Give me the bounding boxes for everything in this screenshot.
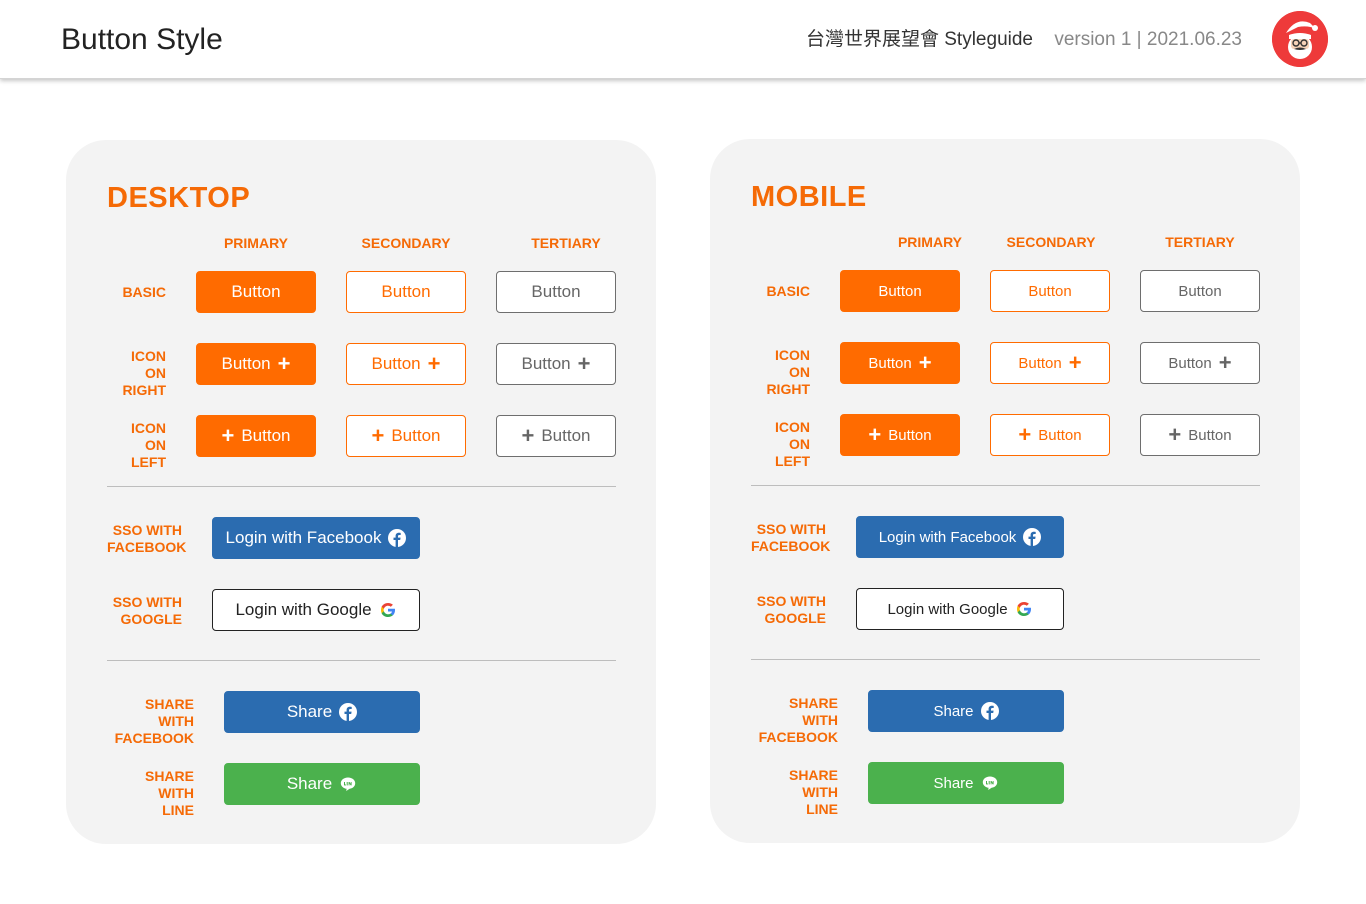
plus-icon: +: [427, 351, 441, 376]
tertiary-button-icon-left[interactable]: + Button: [1140, 414, 1260, 456]
column-secondary: SECONDARY: [361, 235, 451, 251]
plus-icon: +: [371, 423, 385, 448]
row-label-icon-right: ICON ON RIGHT: [766, 347, 810, 397]
login-google-button[interactable]: Login with Google: [212, 589, 420, 631]
row-label-icon-right: ICON ON RIGHT: [122, 348, 166, 398]
column-tertiary: TERTIARY: [531, 235, 601, 251]
tertiary-button[interactable]: Button: [496, 271, 616, 313]
primary-button-icon-left[interactable]: + Button: [840, 414, 960, 456]
column-primary: PRIMARY: [897, 234, 963, 250]
plus-icon: +: [277, 351, 291, 376]
version-label: version 1 | 2021.06.23: [1054, 29, 1242, 50]
divider: [107, 486, 616, 487]
divider: [107, 660, 616, 661]
primary-button-icon-right[interactable]: Button +: [840, 342, 960, 384]
secondary-button-icon-left[interactable]: + Button: [990, 414, 1110, 456]
page-title: Button Style: [61, 23, 223, 56]
column-secondary: SECONDARY: [1006, 234, 1096, 250]
plus-icon: +: [868, 422, 882, 447]
share-facebook-button[interactable]: Share: [224, 691, 420, 733]
row-label-share-line: SHARE WITH LINE: [144, 768, 194, 818]
login-facebook-button[interactable]: Login with Facebook: [856, 516, 1064, 558]
line-icon: [981, 774, 999, 792]
plus-icon: +: [577, 351, 591, 376]
facebook-icon: [980, 702, 999, 720]
secondary-button[interactable]: Button: [990, 270, 1110, 312]
plus-icon: +: [521, 423, 535, 448]
row-label-icon-left: ICON ON LEFT: [775, 419, 810, 469]
primary-button[interactable]: Button: [840, 270, 960, 312]
line-icon: [339, 775, 357, 793]
plus-icon: +: [918, 350, 932, 375]
mobile-panel: MOBILE PRIMARY SECONDARY TERTIARY BASIC …: [710, 139, 1300, 843]
row-label-basic: BASIC: [122, 284, 166, 300]
panel-title: DESKTOP: [107, 182, 251, 214]
styleguide-title: 台灣世界展望會 Styleguide: [805, 29, 1033, 50]
plus-icon: +: [1068, 350, 1082, 375]
row-label-sso-google: SSO WITH GOOGLE: [112, 594, 182, 627]
share-line-button[interactable]: Share: [224, 763, 420, 805]
login-facebook-button[interactable]: Login with Facebook: [212, 517, 420, 559]
tertiary-button[interactable]: Button: [1140, 270, 1260, 312]
row-label-sso-google: SSO WITH GOOGLE: [756, 593, 826, 626]
share-facebook-button[interactable]: Share: [868, 690, 1064, 732]
row-label-icon-left: ICON ON LEFT: [131, 420, 166, 470]
secondary-button-icon-right[interactable]: Button +: [990, 342, 1110, 384]
header-bar: Button Style 台灣世界展望會 Styleguide version …: [0, 0, 1366, 79]
panel-title: MOBILE: [751, 181, 867, 213]
facebook-icon: [388, 529, 407, 547]
primary-button-icon-right[interactable]: Button +: [196, 343, 316, 385]
share-line-button[interactable]: Share: [868, 762, 1064, 804]
primary-button[interactable]: Button: [196, 271, 316, 313]
plus-icon: +: [1018, 422, 1032, 447]
secondary-button-icon-right[interactable]: Button +: [346, 343, 466, 385]
row-label-share-line: SHARE WITH LINE: [788, 767, 838, 817]
divider: [751, 659, 1260, 660]
secondary-button[interactable]: Button: [346, 271, 466, 313]
row-label-sso-facebook: SSO WITH FACEBOOK: [107, 522, 187, 555]
santa-avatar-icon: [1272, 11, 1328, 67]
row-label-sso-facebook: SSO WITH FACEBOOK: [751, 521, 831, 554]
facebook-icon: [1023, 528, 1042, 546]
divider: [751, 485, 1260, 486]
row-label-share-facebook: SHARE WITH FACEBOOK: [758, 695, 838, 745]
google-icon: [379, 601, 397, 619]
row-label-share-facebook: SHARE WITH FACEBOOK: [114, 696, 194, 746]
plus-icon: +: [1218, 350, 1232, 375]
login-google-button[interactable]: Login with Google: [856, 588, 1064, 630]
row-label-basic: BASIC: [766, 283, 810, 299]
column-tertiary: TERTIARY: [1165, 234, 1235, 250]
secondary-button-icon-left[interactable]: + Button: [346, 415, 466, 457]
tertiary-button-icon-right[interactable]: Button +: [496, 343, 616, 385]
column-primary: PRIMARY: [223, 235, 289, 251]
facebook-icon: [339, 703, 358, 721]
tertiary-button-icon-right[interactable]: Button +: [1140, 342, 1260, 384]
tertiary-button-icon-left[interactable]: + Button: [496, 415, 616, 457]
google-icon: [1015, 600, 1033, 618]
desktop-panel: DESKTOP PRIMARY SECONDARY TERTIARY BASIC…: [66, 140, 656, 844]
primary-button-icon-left[interactable]: + Button: [196, 415, 316, 457]
plus-icon: +: [221, 423, 235, 448]
plus-icon: +: [1168, 422, 1182, 447]
